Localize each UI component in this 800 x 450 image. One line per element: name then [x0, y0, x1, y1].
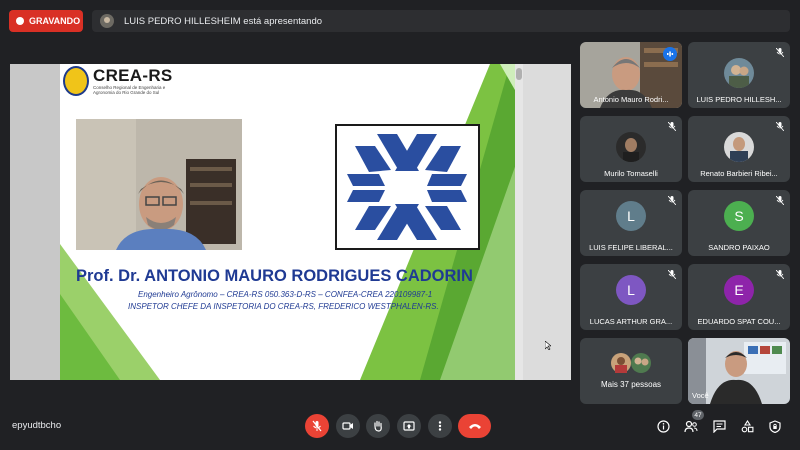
slide-subtitle-2: INSPETOR CHEFE DA INSPETORIA DO CREA-RS,…	[128, 302, 439, 311]
meet-window: GRAVANDO LUIS PEDRO HILLESHEIM está apre…	[0, 0, 800, 450]
chat-icon	[712, 419, 726, 433]
host-controls-button[interactable]	[767, 418, 783, 434]
participant-avatar	[724, 58, 754, 88]
more-people-tile[interactable]: Mais 37 pessoas	[580, 338, 682, 404]
recording-badge: GRAVANDO	[9, 10, 83, 32]
participant-avatar	[616, 132, 646, 162]
presenter-avatar	[100, 14, 114, 28]
more-options-button[interactable]	[428, 414, 452, 438]
crea-logo: CREA-RS Conselho Regional de Engenharia …	[63, 66, 188, 98]
activities-shapes-icon	[741, 419, 753, 432]
participant-name: LUIS FELIPE LIBERAL...	[589, 243, 673, 252]
participant-name: EDUARDO SPAT COU...	[697, 317, 781, 326]
raise-hand-button[interactable]	[366, 414, 390, 438]
hand-icon	[374, 420, 382, 432]
participant-tile-4[interactable]: Renato Barbieri Ribei...	[688, 116, 790, 182]
participant-name: LUCAS ARTHUR GRA...	[589, 317, 673, 326]
participant-avatar	[724, 132, 754, 162]
shared-screen: CREA-RS Conselho Regional de Engenharia …	[10, 64, 571, 380]
participant-name: LUIS PEDRO HILLESH...	[696, 95, 782, 104]
participant-tile-8[interactable]: E EDUARDO SPAT COU...	[688, 264, 790, 330]
mic-off-icon	[668, 270, 676, 279]
camera-toggle-button[interactable]	[336, 414, 360, 438]
speaking-indicator-icon	[663, 47, 677, 61]
present-now-button[interactable]	[397, 414, 421, 438]
participant-tile-2[interactable]: LUIS PEDRO HILLESH...	[688, 42, 790, 108]
mic-toggle-button[interactable]	[305, 414, 329, 438]
mouse-cursor-icon	[545, 341, 551, 350]
hang-up-icon	[468, 424, 481, 429]
meeting-code: epyudtbcho	[12, 420, 62, 431]
participant-initial: S	[724, 201, 754, 231]
self-label: Você	[692, 391, 709, 400]
mic-off-icon	[776, 196, 784, 205]
crea-title: CREA-RS	[93, 66, 173, 85]
slide-scrollbar[interactable]	[515, 64, 523, 380]
recording-label: GRAVANDO	[29, 16, 81, 26]
participant-count-badge: 47	[692, 410, 704, 420]
more-people-label: Mais 37 pessoas	[600, 380, 662, 389]
crea-seal-icon	[63, 66, 89, 96]
meeting-details-button[interactable]	[655, 418, 671, 434]
shield-lock-icon	[769, 419, 781, 433]
slide-subtitle-1: Engenheiro Agrônomo – CREA-RS 050.363-D-…	[138, 290, 433, 299]
chat-button[interactable]	[711, 418, 727, 434]
crea-subtitle: Conselho Regional de Engenharia e Agrono…	[93, 85, 166, 95]
mic-off-icon	[668, 196, 676, 205]
record-dot-icon	[16, 17, 24, 25]
mic-off-icon	[776, 48, 784, 57]
participant-tile-6[interactable]: S SANDRO PAIXAO	[688, 190, 790, 256]
presentation-slide: CREA-RS Conselho Regional de Engenharia …	[60, 64, 523, 380]
participant-tile-1[interactable]: Antonio Mauro Rodri...	[580, 42, 682, 108]
people-icon	[684, 420, 698, 432]
participant-initial: E	[724, 275, 754, 305]
activities-button[interactable]	[739, 418, 755, 434]
participant-initial: L	[616, 201, 646, 231]
participant-tile-3[interactable]: Murilo Tomaselli	[580, 116, 682, 182]
participant-name: Antonio Mauro Rodri...	[593, 95, 669, 104]
more-people-avatars	[611, 353, 651, 373]
mic-off-icon	[312, 420, 322, 432]
mic-off-icon	[776, 270, 784, 279]
info-icon	[656, 419, 670, 433]
participants-button[interactable]	[683, 418, 699, 434]
mic-off-icon	[668, 122, 676, 131]
participant-name: Murilo Tomaselli	[604, 169, 658, 178]
slide-title: Prof. Dr. ANTONIO MAURO RODRIGUES CADORI…	[76, 267, 473, 285]
scrollbar-thumb[interactable]	[516, 68, 522, 80]
participant-tile-7[interactable]: L LUCAS ARTHUR GRA...	[580, 264, 682, 330]
present-screen-icon	[403, 421, 415, 431]
mic-off-icon	[776, 122, 784, 131]
camera-icon	[342, 422, 353, 430]
participant-name: SANDRO PAIXAO	[708, 243, 770, 252]
participant-initial: L	[616, 275, 646, 305]
participant-tile-5[interactable]: L LUIS FELIPE LIBERAL...	[580, 190, 682, 256]
speaker-photo	[76, 119, 242, 250]
self-view-tile[interactable]: Você	[688, 338, 790, 404]
leave-call-button[interactable]	[458, 414, 491, 438]
presenting-banner: LUIS PEDRO HILLESHEIM está apresentando	[92, 10, 790, 32]
more-vert-icon	[438, 421, 442, 431]
participant-name: Renato Barbieri Ribei...	[700, 169, 778, 178]
viewer-margin	[10, 64, 60, 380]
institution-logo	[335, 124, 480, 250]
presenting-text: LUIS PEDRO HILLESHEIM está apresentando	[124, 15, 323, 27]
